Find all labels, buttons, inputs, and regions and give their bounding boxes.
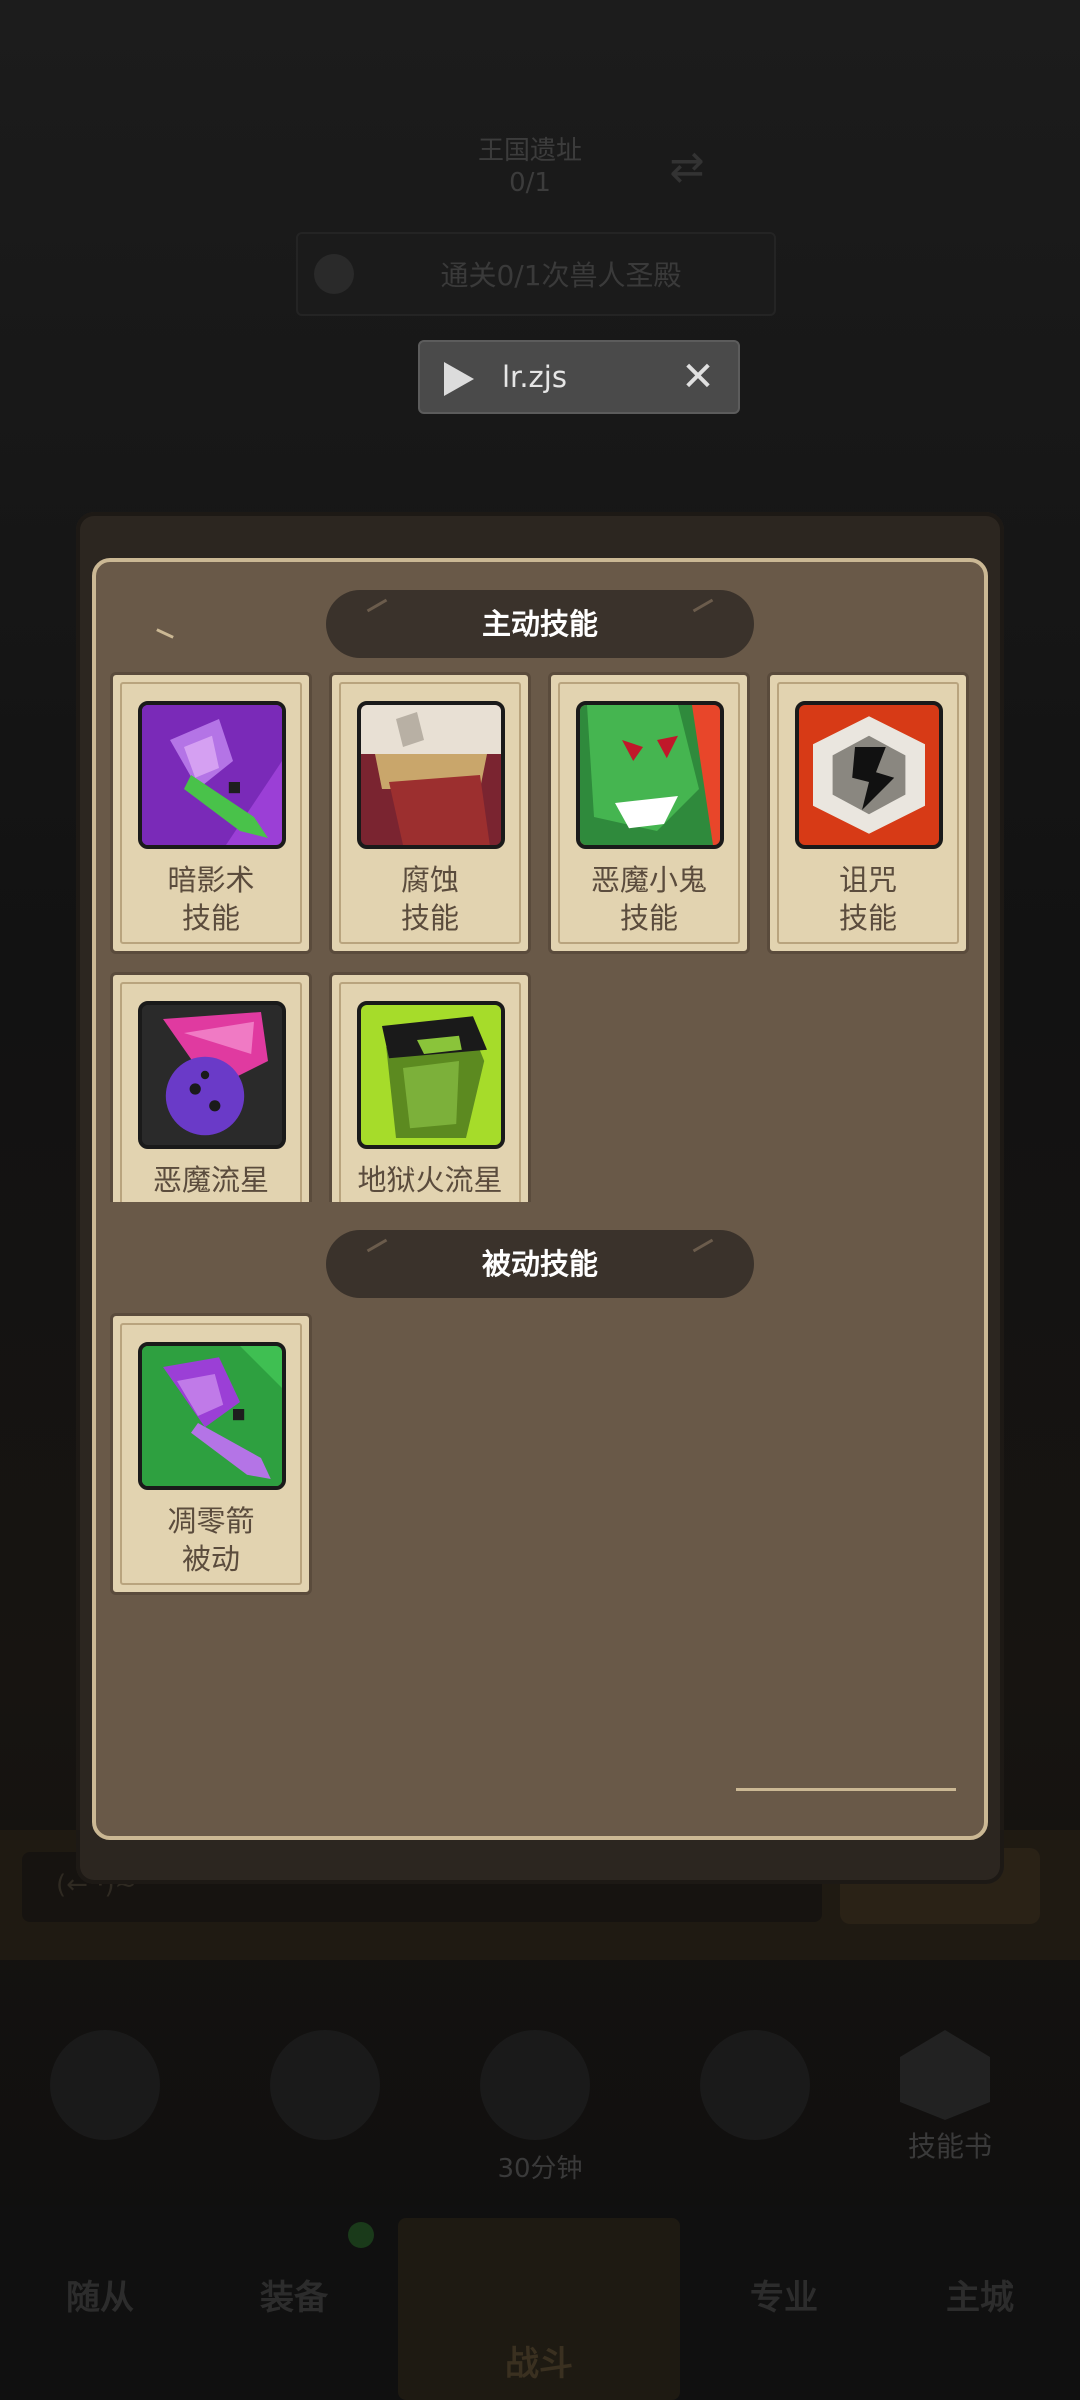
- demon-meteor-icon: [138, 1001, 286, 1149]
- wither-arrow-icon: [138, 1342, 286, 1490]
- quest-icon: [314, 254, 354, 294]
- nav-battle: 战斗: [398, 2218, 680, 2400]
- skill-type: 技能: [619, 901, 678, 935]
- hellfire-meteor-icon: [357, 1001, 505, 1149]
- skill-card-imp[interactable]: 恶魔小鬼 技能: [548, 672, 750, 954]
- skillbook-label: 技能书: [907, 2130, 992, 2163]
- quest-text: 通关0/1次兽人圣殿: [440, 259, 682, 292]
- recording-toast: lr.zjs ✕: [418, 340, 740, 414]
- nav-battle-label: 战斗: [505, 2344, 573, 2384]
- notification-badge: [348, 2222, 374, 2248]
- corrosion-icon: [357, 701, 505, 849]
- shadow-arrow-icon: [138, 701, 286, 849]
- skill-type: 技能: [113, 1195, 309, 1202]
- skill-card-curse[interactable]: 诅咒 技能: [767, 672, 969, 954]
- curse-icon: [795, 701, 943, 849]
- script-name: lr.zjs: [502, 360, 567, 394]
- skill-name: 恶魔小鬼: [590, 863, 707, 897]
- skill-type: 被动: [181, 1542, 240, 1576]
- imp-icon: [576, 701, 724, 849]
- hero-slot: [50, 2030, 160, 2140]
- skill-card-wither-arrow[interactable]: 凋零箭 被动: [110, 1313, 312, 1595]
- skill-name: 暗影术: [167, 863, 255, 897]
- active-skills-title: 主动技能: [326, 590, 754, 658]
- nav-main-city: 主城: [946, 2278, 1014, 2318]
- hero-slot: [480, 2030, 590, 2140]
- skill-type: 技能: [838, 901, 897, 935]
- skill-card-corrosion[interactable]: 腐蚀 技能: [329, 672, 531, 954]
- skill-name: 凋零箭: [167, 1504, 255, 1538]
- nav-profession: 专业: [750, 2278, 818, 2318]
- skill-name: 腐蚀: [400, 863, 459, 897]
- close-icon[interactable]: ✕: [674, 352, 722, 402]
- skill-type: 技能: [181, 901, 240, 935]
- skill-card-hellfire-meteor[interactable]: 地狱火流星 技能: [329, 972, 531, 1202]
- panel-crack: [736, 1788, 956, 1791]
- play-icon[interactable]: [444, 362, 474, 396]
- panel-crack: [156, 628, 174, 639]
- skill-card-shadow[interactable]: 暗影术 技能: [110, 672, 312, 954]
- passive-skills-title: 被动技能: [326, 1230, 754, 1298]
- skill-name: 地狱火流星: [357, 1163, 503, 1197]
- skill-name: 恶魔流星: [152, 1163, 269, 1197]
- skill-type: 技能: [332, 1195, 528, 1202]
- skill-type: 技能: [400, 901, 459, 935]
- nav-equipment: 装备: [260, 2278, 328, 2318]
- hero-slot: [270, 2030, 380, 2140]
- lock-slot: [700, 2030, 810, 2140]
- quest-bar: 通关0/1次兽人圣殿: [296, 232, 776, 316]
- skill-card-demon-meteor[interactable]: 恶魔流星 技能: [110, 972, 312, 1202]
- swap-icon: ⇄: [669, 142, 705, 191]
- skills-row-clip: 恶魔流星 技能 地狱火流星 技能: [92, 962, 988, 1202]
- nav-followers: 随从: [66, 2278, 134, 2318]
- idle-timer: 30分钟: [497, 2154, 583, 2184]
- skill-name: 诅咒: [838, 863, 897, 897]
